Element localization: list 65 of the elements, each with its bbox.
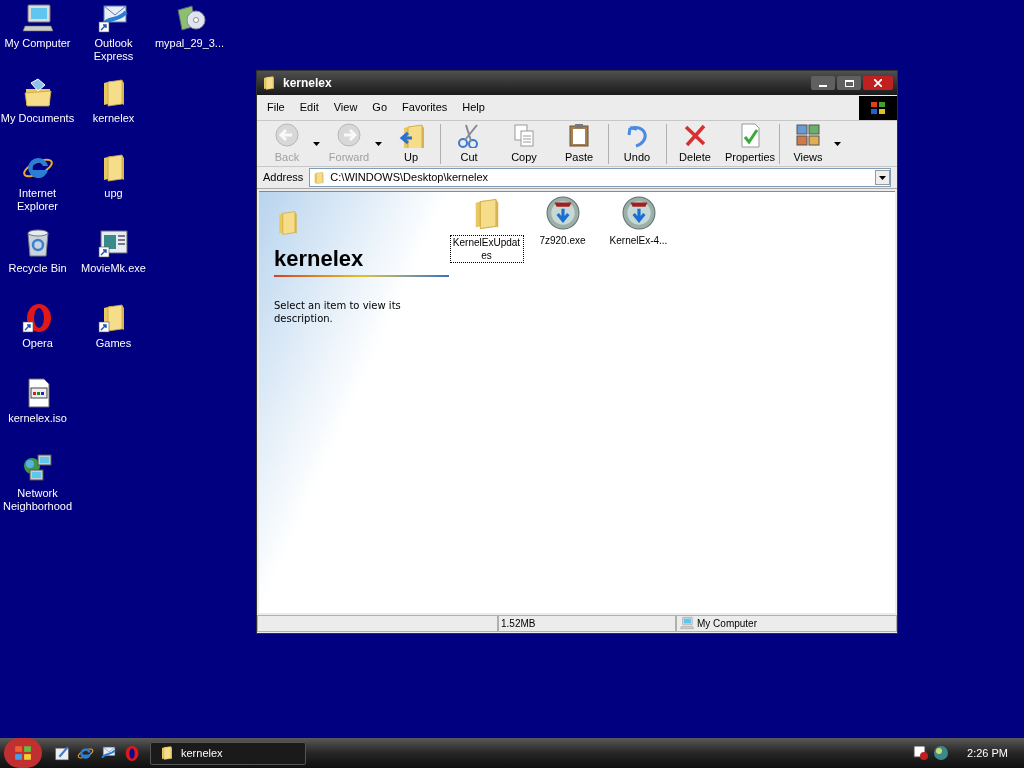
menu-item[interactable]: Edit (299, 99, 319, 116)
forward-icon (336, 121, 362, 148)
desktop-icon-label[interactable]: Recycle Bin (8, 262, 67, 275)
menu-item[interactable]: Go (372, 99, 388, 116)
desktop-icon-label[interactable]: Outlook Express (76, 37, 151, 63)
desktop-icon-label[interactable]: Network Neighborhood (0, 487, 75, 513)
desktop-icon-label[interactable]: mypal_29_3... (154, 37, 225, 50)
folder-icon (261, 75, 277, 91)
documents-icon[interactable] (21, 77, 54, 109)
toolbar-button[interactable]: Undo (611, 121, 663, 166)
windows-logo (14, 745, 32, 761)
description-text: Select an item to view its description. (274, 299, 402, 325)
toolbar-button[interactable]: Delete (669, 121, 721, 166)
computer-icon[interactable] (21, 2, 54, 34)
toolbar-button[interactable]: Properties (724, 121, 776, 166)
up-icon (398, 121, 424, 148)
desktop-icon-label[interactable]: My Computer (4, 37, 71, 50)
address-field[interactable]: C:\WINDOWS\Desktop\kernelex (309, 168, 891, 187)
desktop-icon-label[interactable]: Games (95, 337, 132, 350)
taskbar-button[interactable]: kernelex (150, 741, 306, 765)
file-label[interactable]: KernelExUpdates (449, 235, 524, 263)
desktop-icon-label[interactable]: kernelex (92, 112, 135, 125)
folder-icon (159, 745, 175, 761)
desktop-icon-label[interactable]: kernelex.iso (8, 412, 67, 425)
folder-title: kernelex (274, 246, 365, 272)
menu-item[interactable]: File (267, 99, 285, 116)
dropdown-button[interactable] (875, 170, 890, 185)
views-icon (795, 121, 821, 148)
toolbar-button[interactable]: Up (385, 121, 437, 166)
close-icon (874, 79, 882, 87)
desktop-icon-label[interactable]: Opera (22, 337, 53, 350)
desktop-icon-label[interactable]: My Documents (0, 112, 75, 125)
toolbar-button[interactable]: Views (782, 121, 834, 166)
toolbar-button[interactable]: Cut (443, 121, 495, 166)
status-size: 1.52MB (498, 614, 676, 632)
window-title: kernelex (283, 75, 332, 92)
file-label[interactable]: KernelEx-4... (601, 233, 676, 248)
disc-icon[interactable] (545, 196, 580, 230)
copy-icon (511, 121, 537, 148)
pencil-icon[interactable] (54, 744, 71, 762)
computer-icon (680, 616, 694, 630)
menu-item[interactable]: Favorites (402, 99, 448, 116)
back-icon (274, 121, 300, 148)
address-label: Address (263, 170, 304, 186)
paste-icon (566, 121, 592, 148)
caret-icon[interactable] (834, 141, 841, 146)
network-icon[interactable] (21, 452, 54, 484)
file-label[interactable]: 7z920.exe (525, 233, 600, 248)
desktop-icon-label[interactable]: Internet Explorer (0, 187, 75, 213)
zone-label: My Computer (697, 616, 757, 631)
menu-item[interactable]: View (333, 99, 358, 116)
disc-icon[interactable] (621, 196, 656, 230)
maximize-button[interactable] (837, 76, 861, 90)
toolbar-button[interactable]: Paste (553, 121, 605, 166)
minimize-button[interactable] (811, 76, 835, 90)
desktop-icon-label[interactable]: MovieMk.exe (81, 262, 146, 275)
clock[interactable]: 2:26 PM (967, 744, 1008, 762)
globe-icon[interactable] (933, 745, 950, 761)
toolbar-button[interactable]: Copy (498, 121, 550, 166)
caret-icon (879, 175, 886, 180)
desktop-icon-label[interactable]: upg (104, 187, 123, 200)
close-button[interactable] (863, 76, 893, 90)
start-button[interactable] (4, 738, 42, 768)
windows-logo (859, 95, 897, 120)
menu-item[interactable]: Help (462, 99, 485, 116)
